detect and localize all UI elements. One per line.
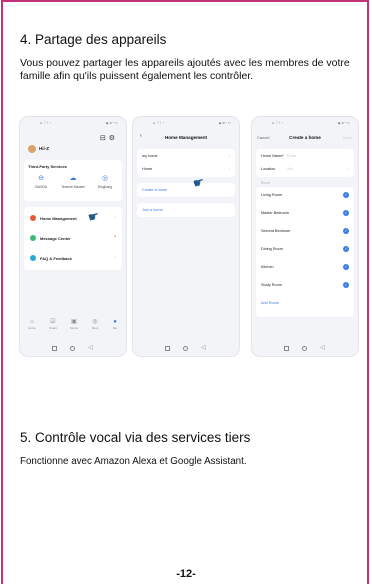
me-tab-icon: ● (113, 319, 117, 325)
status-bar: ▪▪ ˙ᵢˡ ˙ᵢˡ ◔ ◉ ⊛ ⁿ ▭ (153, 121, 231, 125)
shop-tab-icon: ◎ (92, 319, 98, 325)
rooms-label: Room: (261, 181, 271, 185)
room-item[interactable]: Living Room ✓ (261, 190, 349, 201)
home-tab-icon: ⌂ (30, 319, 34, 325)
save-button[interactable]: Save (343, 135, 352, 140)
check-icon: ✓ (343, 228, 349, 234)
room-item[interactable]: Second Bedroom ✓ (261, 226, 349, 237)
user-name: Hii-Z (39, 146, 49, 151)
home-name-field[interactable]: Home Name* Enter (261, 151, 349, 162)
smart-tab-icon: ☑ (50, 319, 56, 325)
back-nav-icon: ◁ (201, 345, 206, 351)
back-nav-icon: ◁ (320, 345, 325, 351)
system-nav-bar: ◁ (20, 342, 126, 356)
header-icons: ⊟⚙ (100, 134, 118, 142)
section-5-heading: 5. Contrôle vocal via des services tiers (20, 430, 251, 445)
home-nav-icon (70, 346, 75, 351)
scene-tab-icon: ▣ (71, 319, 77, 325)
faq-icon (30, 255, 36, 261)
check-icon: ✓ (343, 192, 349, 198)
room-item[interactable]: Kitchen ✓ (261, 262, 349, 273)
tab-scene[interactable]: ▣ Scene (66, 319, 82, 330)
section-4-heading: 4. Partage des appareils (20, 32, 167, 47)
status-bar: ▪▪ ˙ᵢˡ ˙ᵢˡ ◔ ◉ ⊛ ⁿ ▭ (40, 121, 118, 125)
create-home-card[interactable]: Create a home (137, 183, 235, 197)
chevron-right-icon: › (347, 166, 350, 171)
screen-title: Home Management (164, 135, 208, 140)
system-nav-bar: ◁ (252, 342, 358, 356)
back-nav-icon: ◁ (88, 345, 93, 351)
service-dingdong[interactable]: ◎ DingDong (90, 175, 120, 189)
homes-list: my home › Home › (137, 149, 235, 177)
third-party-services-card: Third-Party Services ⊖ XIAODU ☁ Tencent Xi… (24, 160, 122, 201)
unread-dot-icon: • (114, 234, 116, 240)
recents-icon (284, 346, 289, 351)
menu-item-home-management[interactable]: Home Management › (28, 209, 118, 227)
recents-icon (52, 346, 57, 351)
scan-icon: ⊟ (99, 135, 109, 142)
check-icon: ✓ (343, 210, 349, 216)
room-item[interactable]: Master Bedroom ✓ (261, 208, 349, 219)
phone-screenshot-home-management: ▪▪ ˙ᵢˡ ˙ᵢˡ ◔ ◉ ⊛ ⁿ ▭ ‹ Home Management my… (133, 117, 239, 356)
service-tencent[interactable]: ☁ Tencent Xiaowei (58, 175, 88, 189)
home-item[interactable]: my home › (142, 151, 230, 162)
join-home-link[interactable]: Join a home (142, 208, 163, 212)
tab-home[interactable]: ⌂ Home (24, 319, 40, 330)
section-4-body: Vous pouvez partager les appareils ajout… (20, 57, 350, 82)
check-icon: ✓ (343, 264, 349, 270)
status-bar: ▪▪ ˙ᵢˡ ˙ᵢˡ ◔ ◉ ⊛ ⁿ ▭ (272, 121, 350, 125)
tab-smart[interactable]: ☑ Smart (45, 319, 61, 330)
menu-item-message-center[interactable]: Message Center • (28, 229, 118, 247)
chevron-right-icon: › (114, 254, 116, 260)
recents-icon (165, 346, 170, 351)
system-nav-bar: ◁ (133, 342, 239, 356)
chevron-right-icon: › (114, 214, 116, 220)
phone-screenshot-profile: ▪▪ ˙ᵢˡ ˙ᵢˡ ◔ ◉ ⊛ ⁿ ▭ ⊟⚙ Hii-Z Third-Party… (20, 117, 126, 356)
cloud-icon: ☁ (69, 175, 77, 182)
rooms-list: Living Room ✓ Master Bedroom ✓ Second Bedr… (256, 187, 354, 317)
menu-item-faq[interactable]: FAQ & Feedback › (28, 249, 118, 267)
location-field[interactable]: Location Set › (261, 164, 349, 175)
message-icon (30, 235, 36, 241)
settings-menu: Home Management › Message Center • FAQ & F… (24, 207, 122, 270)
settings-icon: ⚙ (108, 135, 118, 142)
service-xiaodu[interactable]: ⊖ XIAODU (26, 175, 56, 189)
chevron-right-icon: › (228, 166, 231, 171)
title-bar: ‹ Home Management (133, 133, 239, 142)
home-info-card: Home Name* Enter Location Set › (256, 149, 354, 177)
home-nav-icon (302, 346, 307, 351)
bottom-tab-bar: ⌂ Home ☑ Smart ▣ Scene ◎ Shop ● Me (20, 319, 126, 337)
home-nav-icon (183, 346, 188, 351)
dingdong-icon: ◎ (101, 175, 109, 182)
join-home-card[interactable]: Join a home (137, 203, 235, 217)
tab-shop[interactable]: ◎ Shop (87, 319, 103, 330)
add-room-button[interactable]: Add Room (261, 298, 349, 309)
home-item[interactable]: Home › (142, 164, 230, 175)
title-bar: Cancel Create a home Save (252, 134, 358, 142)
section-5-body: Fonctionne avec Amazon Alexa et Google A… (20, 456, 247, 467)
check-icon: ✓ (343, 282, 349, 288)
phone-screenshot-create-home: ▪▪ ˙ᵢˡ ˙ᵢˡ ◔ ◉ ⊛ ⁿ ▭ Cancel Create a home… (252, 117, 358, 356)
room-item[interactable]: Study Room ✓ (261, 280, 349, 291)
room-item[interactable]: Dining Room ✓ (261, 244, 349, 255)
third-party-title: Third-Party Services (28, 164, 67, 169)
xiaodu-icon: ⊖ (38, 175, 44, 182)
tab-me[interactable]: ● Me (107, 319, 123, 330)
create-home-link[interactable]: Create a home (142, 188, 167, 192)
home-icon (30, 215, 36, 221)
page-number: -12- (176, 568, 196, 580)
check-icon: ✓ (343, 246, 349, 252)
avatar[interactable] (28, 145, 36, 153)
chevron-right-icon: › (228, 153, 231, 158)
